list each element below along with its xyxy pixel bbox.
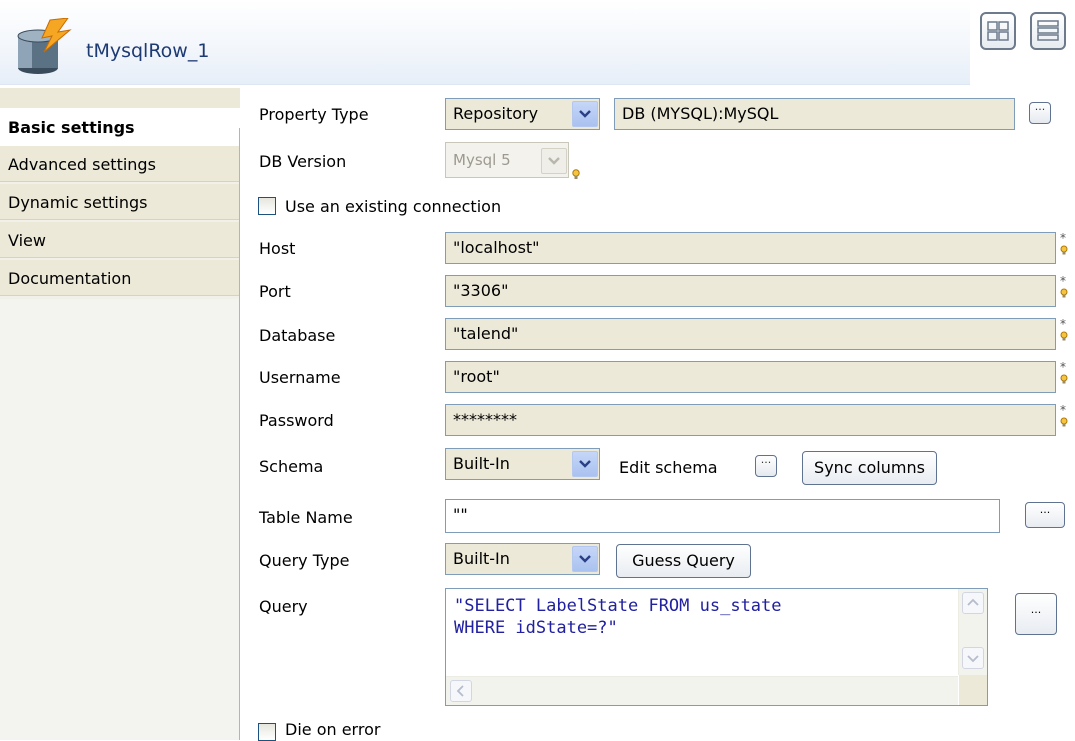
property-type-label: Property Type [259,105,369,124]
db-version-value: Mysql 5 [453,151,511,169]
query-type-select[interactable]: Built-In [445,543,600,575]
sidebar-divider [239,128,240,740]
required-marker: * [1060,318,1072,354]
repository-browse-button[interactable]: ··· [1029,102,1051,124]
table-name-browse-button[interactable]: ··· [1025,502,1065,528]
required-marker: * [1060,361,1072,397]
required-marker: * [1060,404,1072,440]
chevron-down-icon[interactable] [541,148,567,174]
password-field[interactable]: ******** [445,404,1056,436]
edit-schema-button[interactable]: ··· [755,455,777,477]
query-edit-button[interactable]: ··· [1015,593,1057,635]
database-field[interactable]: "talend" [445,318,1056,350]
username-field[interactable]: "root" [445,361,1056,393]
port-label: Port [259,282,291,301]
guess-query-button[interactable]: Guess Query [616,544,751,578]
query-line-1: "SELECT LabelState FROM us_state [454,596,782,616]
die-on-error-label: Die on error [285,720,381,739]
sidebar-background [0,299,240,740]
scroll-down-icon[interactable] [962,647,984,669]
required-marker: * [1060,275,1072,311]
sidebar-item-dynamic-settings[interactable]: Dynamic settings [0,184,240,220]
chevron-down-icon[interactable] [572,546,598,572]
scrollbar-corner [959,675,987,705]
use-existing-connection-label: Use an existing connection [285,197,502,216]
query-label: Query [259,597,308,616]
property-type-select[interactable]: Repository [445,98,600,130]
sidebar-item-advanced-settings[interactable]: Advanced settings [0,146,240,182]
grid-layout-icon[interactable] [980,12,1016,50]
vertical-scrollbar[interactable] [958,589,987,675]
database-label: Database [259,326,336,345]
edit-schema-label: Edit schema [619,458,718,477]
repository-field[interactable]: DB (MYSQL):MySQL [614,98,1015,130]
schema-value: Built-In [453,454,510,473]
required-marker: * [1060,232,1072,268]
host-label: Host [259,239,296,258]
schema-label: Schema [259,457,324,476]
sync-columns-button[interactable]: Sync columns [802,451,937,485]
hint-bulb-icon [572,166,580,179]
die-on-error-checkbox[interactable] [258,723,276,741]
list-layout-icon[interactable] [1030,12,1066,50]
query-type-label: Query Type [259,551,350,570]
sidebar-item-basic-settings[interactable]: Basic settings [0,108,240,146]
query-line-2: WHERE idState=?" [454,618,618,638]
scroll-left-icon[interactable] [450,680,472,702]
query-editor[interactable]: "SELECT LabelState FROM us_state WHERE i… [445,588,988,706]
mysql-component-icon [14,17,74,76]
query-text[interactable]: "SELECT LabelState FROM us_state WHERE i… [454,595,782,639]
property-type-value: Repository [453,104,539,123]
sidebar-spacer [0,88,240,109]
component-header: tMysqlRow_1 [0,0,970,85]
db-version-label: DB Version [259,152,347,171]
port-field[interactable]: "3306" [445,275,1056,307]
sidebar-item-documentation[interactable]: Documentation [0,260,240,296]
schema-select[interactable]: Built-In [445,448,600,480]
use-existing-connection-checkbox[interactable] [258,197,276,215]
table-name-field[interactable]: "" [445,499,1000,533]
password-label: Password [259,411,334,430]
sidebar-item-view[interactable]: View [0,222,240,258]
db-version-select[interactable]: Mysql 5 [445,142,569,178]
username-label: Username [259,368,341,387]
chevron-down-icon[interactable] [572,101,598,127]
chevron-down-icon[interactable] [572,451,598,477]
horizontal-scrollbar[interactable] [446,676,958,705]
scroll-up-icon[interactable] [962,592,984,614]
host-field[interactable]: "localhost" [445,232,1056,264]
query-type-value: Built-In [453,549,510,568]
table-name-label: Table Name [259,508,353,527]
component-title: tMysqlRow_1 [86,40,210,62]
